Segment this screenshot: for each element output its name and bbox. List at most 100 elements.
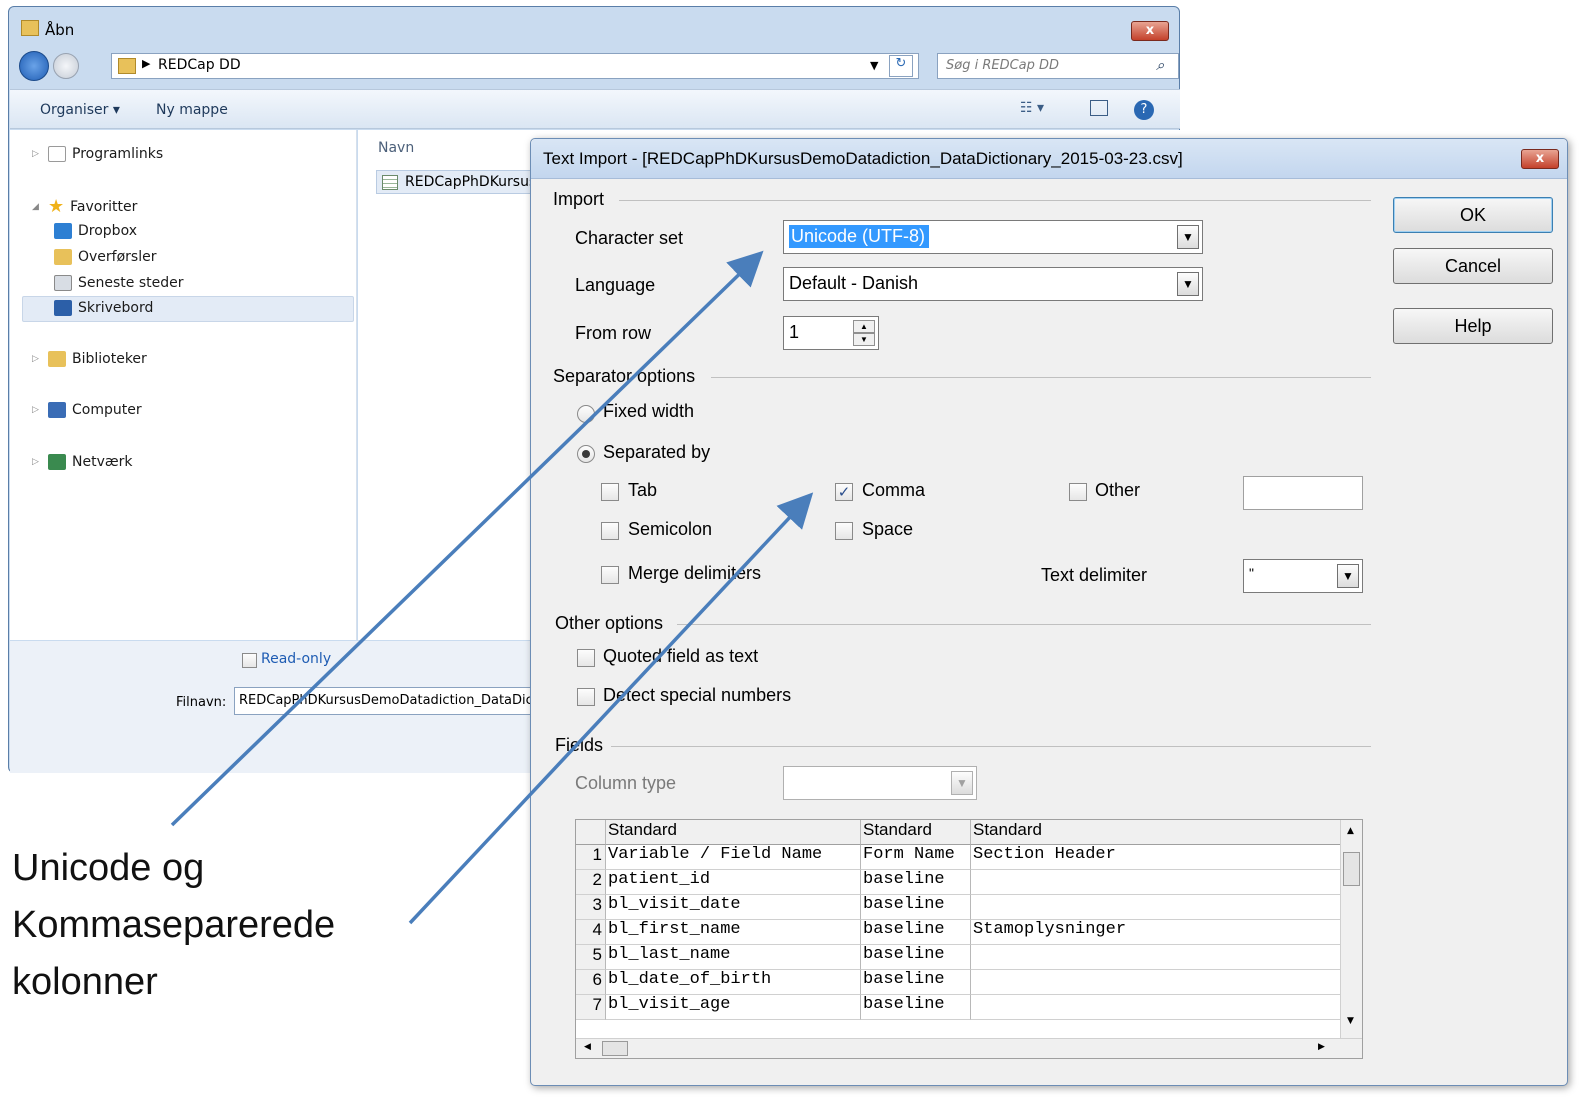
scroll-thumb[interactable] (1343, 852, 1360, 886)
nav-item-dropbox[interactable]: Dropbox (54, 223, 137, 239)
space-checkbox[interactable] (835, 522, 853, 540)
close-icon[interactable]: x (1521, 149, 1559, 169)
chevron-down-icon[interactable]: ▼ (1177, 272, 1199, 296)
table-cell[interactable]: baseline (861, 970, 971, 995)
table-cell[interactable]: baseline (861, 920, 971, 945)
address-bar[interactable]: ▶ REDCap DD ▼ (111, 53, 919, 79)
table-cell[interactable]: Section Header (971, 845, 1341, 870)
refresh-icon[interactable]: ↻ (889, 55, 913, 77)
section-divider (611, 746, 1371, 747)
annotation-line: kolonner (12, 961, 158, 1003)
nav-item-favorites[interactable]: ◢ ★ Favoritter (32, 196, 137, 217)
search-input[interactable]: Søg i REDCap DD ⌕ (937, 53, 1179, 79)
collapse-arrow-icon[interactable]: ◢ (32, 202, 42, 212)
help-button[interactable]: Help (1393, 308, 1553, 344)
expand-arrow-icon[interactable]: ▷ (32, 405, 42, 415)
table-cell[interactable]: bl_first_name (606, 920, 861, 945)
nav-item-programlinks[interactable]: ▷ Programlinks (32, 146, 163, 162)
table-cell[interactable]: baseline (861, 895, 971, 920)
expand-arrow-icon[interactable]: ▷ (32, 354, 42, 364)
preview-table[interactable]: Standard Standard Standard 1 Variable / F… (575, 819, 1363, 1059)
filename-input[interactable]: REDCapPhDKursusDemoDatadiction_DataDict (234, 687, 534, 715)
row-number: 4 (576, 920, 606, 945)
preview-pane-icon[interactable] (1090, 100, 1108, 116)
semicolon-checkbox[interactable] (601, 522, 619, 540)
merge-delimiters-checkbox[interactable] (601, 566, 619, 584)
tab-checkbox[interactable] (601, 483, 619, 501)
chevron-down-icon[interactable]: ▼ (1177, 225, 1199, 249)
chevron-down-icon[interactable]: ▼ (1337, 564, 1359, 588)
chevron-down-icon[interactable]: ▼ (870, 59, 878, 72)
column-header[interactable]: Standard (861, 820, 971, 845)
scroll-down-icon[interactable]: ▼ (1347, 1016, 1354, 1026)
table-cell[interactable]: Stamoplysninger (971, 920, 1341, 945)
column-header[interactable]: Standard (971, 820, 1341, 845)
table-cell[interactable]: baseline (861, 995, 971, 1020)
scroll-right-icon[interactable]: ▶ (1318, 1042, 1325, 1052)
comma-checkbox[interactable]: ✓ (835, 483, 853, 501)
table-cell[interactable] (971, 895, 1341, 920)
table-cell[interactable]: bl_visit_date (606, 895, 861, 920)
table-cell[interactable]: Form Name (861, 845, 971, 870)
horizontal-scrollbar[interactable]: ◀ ▶ (576, 1038, 1362, 1058)
forward-arrow-icon[interactable] (53, 53, 79, 79)
table-cell[interactable]: baseline (861, 870, 971, 895)
nav-item-libraries[interactable]: ▷ Biblioteker (32, 351, 147, 367)
help-icon[interactable]: ? (1134, 100, 1154, 120)
chevron-right-icon: ▶ (142, 57, 151, 70)
expand-arrow-icon[interactable]: ▷ (32, 457, 42, 467)
nav-item-network[interactable]: ▷ Netværk (32, 454, 132, 470)
organise-button[interactable]: Organiser ▾ (40, 102, 120, 118)
column-header[interactable]: Standard (606, 820, 861, 845)
charset-select[interactable]: Unicode (UTF-8) ▼ (783, 220, 1203, 254)
file-item[interactable]: REDCapPhDKursusI (376, 170, 536, 194)
table-cell[interactable]: bl_visit_age (606, 995, 861, 1020)
nav-item-recent[interactable]: Seneste steder (54, 275, 184, 291)
readonly-checkbox[interactable] (242, 653, 257, 668)
chevron-down-icon[interactable]: ▼ (951, 771, 973, 795)
scroll-thumb[interactable] (602, 1041, 628, 1056)
table-cell[interactable] (971, 970, 1341, 995)
semicolon-label: Semicolon (628, 519, 713, 539)
back-arrow-icon[interactable] (19, 51, 49, 81)
nav-item-desktop[interactable]: Skrivebord (54, 300, 153, 316)
detect-numbers-checkbox[interactable] (577, 688, 595, 706)
new-folder-button[interactable]: Ny mappe (156, 102, 228, 118)
nav-label: Programlinks (72, 146, 164, 162)
detect-numbers-label: Detect special numbers (603, 685, 792, 705)
quoted-field-checkbox[interactable] (577, 649, 595, 667)
other-separator-input[interactable] (1243, 476, 1363, 510)
ok-button[interactable]: OK (1393, 197, 1553, 233)
view-options-icon[interactable]: ☷ ▾ (1020, 100, 1044, 116)
expand-arrow-icon[interactable]: ▷ (32, 149, 42, 159)
scroll-up-icon[interactable]: ▲ (1347, 826, 1354, 836)
scroll-left-icon[interactable]: ◀ (584, 1042, 591, 1052)
table-cell[interactable]: Variable / Field Name (606, 845, 861, 870)
nav-item-computer[interactable]: ▷ Computer (32, 402, 142, 418)
table-cell[interactable]: bl_date_of_birth (606, 970, 861, 995)
nav-label: Dropbox (78, 223, 137, 239)
from-row-stepper[interactable]: 1 ▲ ▼ (783, 316, 879, 350)
cancel-button[interactable]: Cancel (1393, 248, 1553, 284)
fixed-width-radio[interactable] (577, 405, 595, 423)
vertical-scrollbar[interactable]: ▲ ▼ (1340, 820, 1362, 1040)
table-cell[interactable]: baseline (861, 945, 971, 970)
spin-down-icon[interactable]: ▼ (853, 333, 875, 346)
close-icon[interactable]: x (1131, 21, 1169, 41)
import-section-title: Import (553, 189, 605, 209)
spin-up-icon[interactable]: ▲ (853, 320, 875, 333)
table-cell[interactable] (971, 995, 1341, 1020)
language-select[interactable]: Default - Danish ▼ (783, 267, 1203, 301)
table-cell[interactable] (971, 945, 1341, 970)
separated-by-label: Separated by (603, 442, 711, 462)
table-cell[interactable]: bl_last_name (606, 945, 861, 970)
table-cell[interactable] (971, 870, 1341, 895)
desktop-icon (54, 300, 72, 316)
column-header-name[interactable]: Navn (378, 140, 414, 156)
table-cell[interactable]: patient_id (606, 870, 861, 895)
other-checkbox[interactable] (1069, 483, 1087, 501)
column-type-select[interactable]: ▼ (783, 766, 977, 800)
nav-item-downloads[interactable]: Overførsler (54, 249, 156, 265)
text-delimiter-select[interactable]: " ▼ (1243, 559, 1363, 593)
separated-by-radio[interactable] (577, 445, 595, 463)
